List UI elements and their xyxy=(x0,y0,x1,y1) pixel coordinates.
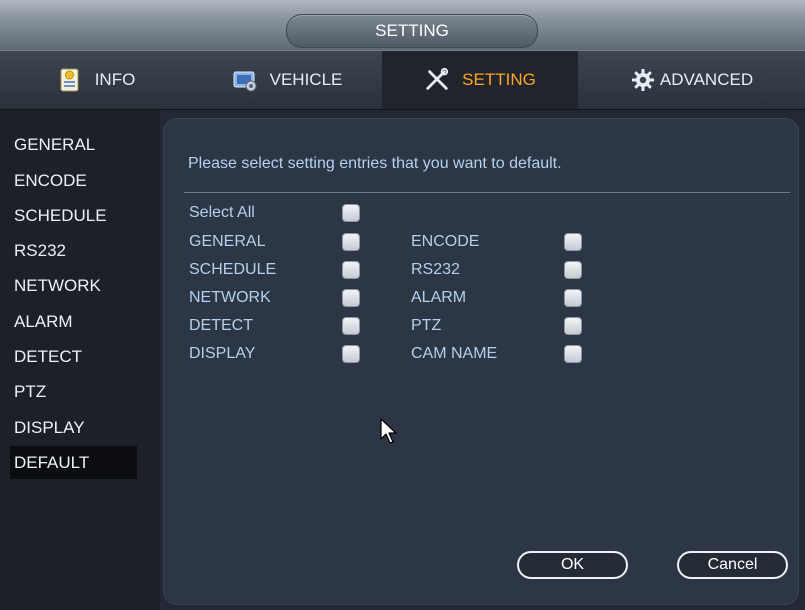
tab-bar: INFO VEHICLE SETTING ADVANCED xyxy=(0,50,805,110)
option-general-checkbox[interactable] xyxy=(342,233,360,251)
option-rs232-label: RS232 xyxy=(411,261,460,278)
option-detect-checkbox[interactable] xyxy=(342,317,360,335)
sidebar-item-schedule[interactable]: SCHEDULE xyxy=(10,199,137,232)
select-all-checkbox[interactable] xyxy=(342,204,360,222)
option-schedule-label: SCHEDULE xyxy=(189,261,277,278)
tab-advanced[interactable]: ADVANCED xyxy=(578,51,805,109)
tab-vehicle-label: VEHICLE xyxy=(269,70,343,89)
option-cam-name-checkbox[interactable] xyxy=(564,345,582,363)
title-bar: SETTING xyxy=(0,0,805,50)
sidebar-item-default[interactable]: DEFAULT xyxy=(10,446,137,479)
mouse-pointer-icon xyxy=(380,418,397,444)
sidebar: GENERAL ENCODE SCHEDULE RS232 NETWORK AL… xyxy=(0,110,160,610)
option-ptz-label: PTZ xyxy=(411,317,442,334)
option-network-label: NETWORK xyxy=(189,289,271,306)
ok-button[interactable]: OK xyxy=(517,551,628,579)
divider xyxy=(184,192,790,193)
option-general-label: GENERAL xyxy=(189,233,266,250)
tab-advanced-label: ADVANCED xyxy=(659,70,754,89)
gear-icon xyxy=(630,67,656,93)
option-network-checkbox[interactable] xyxy=(342,289,360,307)
option-detect-label: DETECT xyxy=(189,317,253,334)
tools-icon xyxy=(424,67,450,93)
tab-vehicle[interactable]: VEHICLE xyxy=(192,51,382,109)
option-cam-name-label: CAM NAME xyxy=(411,345,498,362)
cancel-button[interactable]: Cancel xyxy=(677,551,788,579)
sidebar-item-ptz[interactable]: PTZ xyxy=(10,375,137,408)
sidebar-item-detect[interactable]: DETECT xyxy=(10,340,137,373)
option-alarm-checkbox[interactable] xyxy=(564,289,582,307)
option-schedule-checkbox[interactable] xyxy=(342,261,360,279)
sidebar-item-display[interactable]: DISPLAY xyxy=(10,411,137,444)
sidebar-item-alarm[interactable]: ALARM xyxy=(10,305,137,338)
option-display-label: DISPLAY xyxy=(189,345,256,362)
option-ptz-checkbox[interactable] xyxy=(564,317,582,335)
option-rs232-checkbox[interactable] xyxy=(564,261,582,279)
info-icon xyxy=(57,67,83,93)
sidebar-item-rs232[interactable]: RS232 xyxy=(10,234,137,267)
tab-setting[interactable]: SETTING xyxy=(382,51,578,109)
tab-info[interactable]: INFO xyxy=(0,51,192,109)
option-display-checkbox[interactable] xyxy=(342,345,360,363)
tab-setting-label: SETTING xyxy=(462,70,536,89)
option-alarm-label: ALARM xyxy=(411,289,467,306)
window-title: SETTING xyxy=(286,14,538,48)
sidebar-item-general[interactable]: GENERAL xyxy=(10,128,137,161)
sidebar-item-network[interactable]: NETWORK xyxy=(10,269,137,302)
default-panel: Please select setting entries that you w… xyxy=(163,118,799,605)
vehicle-icon xyxy=(232,67,258,93)
setting-window: SETTING INFO VEHICLE SETTING ADVANCED GE… xyxy=(0,0,805,610)
tab-info-label: INFO xyxy=(94,70,136,89)
option-encode-checkbox[interactable] xyxy=(564,233,582,251)
select-all-label: Select All xyxy=(189,204,255,221)
option-encode-label: ENCODE xyxy=(411,233,480,250)
instruction-text: Please select setting entries that you w… xyxy=(188,155,562,172)
sidebar-item-encode[interactable]: ENCODE xyxy=(10,164,137,197)
